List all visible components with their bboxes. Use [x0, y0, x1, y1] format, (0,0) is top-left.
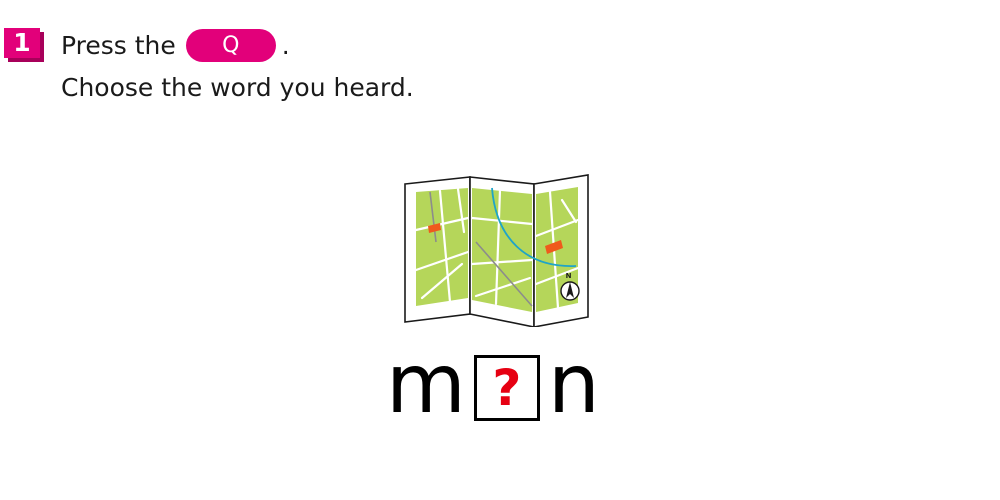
step-number-badge: 1 — [4, 28, 44, 62]
step-number: 1 — [13, 28, 31, 57]
compass-north-label: N — [566, 272, 572, 280]
question-mark: ? — [492, 359, 522, 417]
map-icon: N — [404, 174, 589, 327]
instruction-press-text: Press the — [61, 30, 176, 60]
q-button[interactable]: Q — [185, 28, 276, 62]
instruction-line-1: Press the Q . — [61, 27, 290, 63]
word-puzzle: m ? n — [386, 337, 600, 432]
missing-letter-box[interactable]: ? — [473, 355, 540, 421]
word-first-letter: m — [386, 337, 466, 432]
instruction-line-2: Choose the word you heard. — [61, 73, 414, 102]
word-last-letter: n — [547, 337, 600, 432]
instruction-period: . — [281, 30, 290, 60]
